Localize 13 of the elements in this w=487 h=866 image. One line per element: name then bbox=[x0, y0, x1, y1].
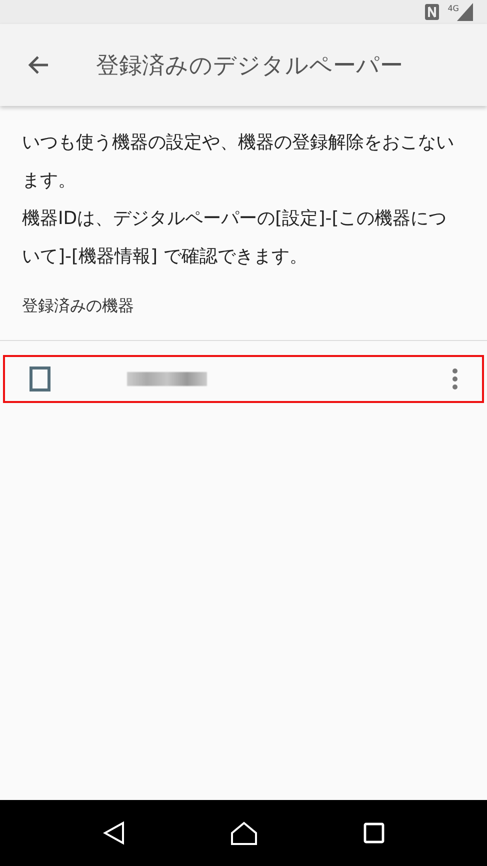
network-type: 4G bbox=[448, 4, 459, 13]
highlight-frame[interactable] bbox=[3, 355, 484, 403]
app-bar-title: 登録済みのデジタルペーパー bbox=[96, 52, 403, 80]
back-nav-button[interactable] bbox=[102, 821, 124, 845]
more-options-button[interactable] bbox=[452, 368, 458, 390]
section-title: 登録済みの機器 bbox=[22, 296, 135, 317]
nfc-icon bbox=[424, 3, 440, 21]
tablet-icon bbox=[29, 366, 51, 392]
description-text: いつも使う機器の設定や、機器の登録解除をおこないます。 bbox=[22, 131, 455, 193]
home-button[interactable] bbox=[230, 821, 258, 845]
description-text: 機器IDは、デジタルペーパーの[設定]-[この機器について]-[機器情報] で確認できます。 bbox=[22, 207, 448, 269]
recents-button[interactable] bbox=[362, 822, 384, 844]
signal-icon bbox=[457, 3, 473, 21]
